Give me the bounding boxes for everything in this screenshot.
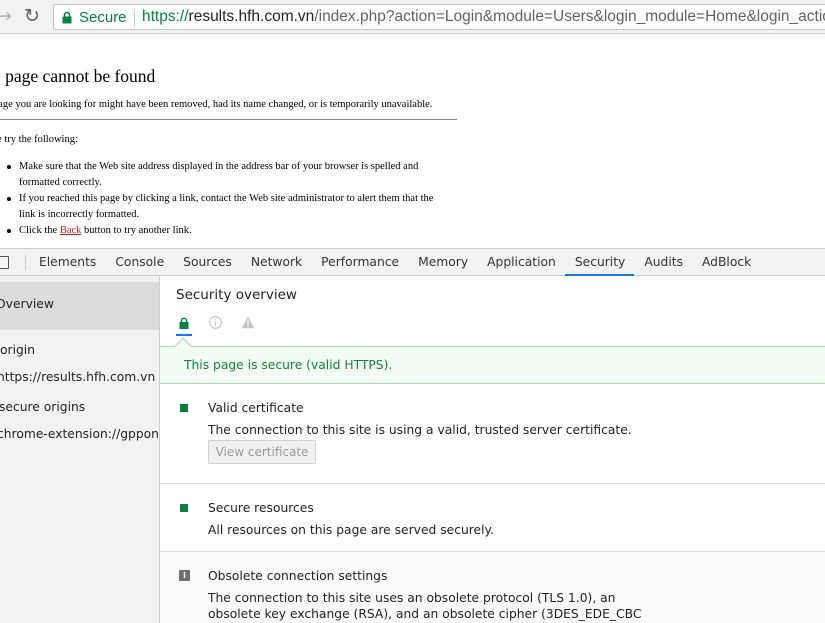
tab-audits[interactable]: Audits — [634, 249, 692, 276]
url-scheme: https:// — [142, 8, 189, 25]
obsolete-heading: Obsolete connection settings — [208, 569, 388, 583]
secure-summary-banner: This page is secure (valid HTTPS). — [160, 337, 825, 384]
tab-performance[interactable]: Performance — [311, 249, 408, 276]
address-bar[interactable]: Secure https://results.hfh.com.vn/index.… — [53, 4, 825, 30]
secure-summary-text: This page is secure (valid HTTPS). — [184, 358, 393, 372]
error-divider — [0, 119, 457, 120]
obsolete-connection-section: Obsolete connection settings The connect… — [160, 552, 825, 623]
url-text[interactable]: https://results.hfh.com.vn/index.php?act… — [142, 8, 825, 26]
tab-security[interactable]: Security — [564, 249, 635, 276]
resources-section: Secure resources All resources on this p… — [160, 484, 825, 552]
error-title: e page cannot be found — [0, 66, 156, 86]
sidebar-item-label: Overview — [0, 297, 54, 311]
error-try-label: se try the following: — [0, 134, 78, 145]
tab-memory[interactable]: Memory — [408, 249, 477, 276]
warning-icon — [241, 316, 255, 329]
sidebar-main-origin-header: origin — [0, 343, 36, 357]
tab-sources[interactable]: Sources — [173, 249, 241, 276]
banner-pointer — [174, 337, 192, 355]
tab-elements[interactable]: Elements — [29, 249, 105, 276]
tab-adblock[interactable]: AdBlock — [692, 249, 760, 276]
devtools-panel: Elements Console Sources Network Perform… — [0, 248, 825, 623]
sidebar-item-secure-origin[interactable]: chrome-extension://gppongm — [0, 427, 159, 441]
panel-title: Security overview — [176, 287, 297, 303]
security-sidebar: Overview origin https://results.hfh.com.… — [0, 276, 160, 623]
back-link[interactable]: Back — [60, 225, 82, 236]
browser-toolbar: → ↻ Secure https://results.hfh.com.vn/in… — [0, 0, 825, 34]
view-certificate-button[interactable]: View certificate — [208, 440, 316, 464]
reload-icon[interactable]: ↻ — [24, 4, 40, 28]
devtools-tabbar: Elements Console Sources Network Perform… — [0, 248, 825, 276]
url-host: results.hfh.com.vn — [188, 8, 315, 25]
resources-heading: Secure resources — [208, 501, 314, 515]
tabbar-divider — [25, 255, 26, 270]
secure-status-icon — [180, 504, 188, 512]
sidebar-item-main-origin[interactable]: https://results.hfh.com.vn — [0, 370, 155, 384]
security-overview-panel: Security overview This page is secure (v… — [160, 276, 825, 623]
sidebar-item-overview[interactable]: Overview — [0, 282, 159, 330]
error-suggestion-item: Make sure that the Web site address disp… — [7, 159, 449, 191]
error-subtitle: page you are looking for might have been… — [0, 99, 433, 110]
obsolete-description-line2: obsolete key exchange (RSA), and an obso… — [208, 607, 642, 621]
suggestion-suffix: button to try another link. — [81, 225, 192, 236]
device-toolbar-icon[interactable] — [0, 256, 9, 269]
certificate-heading: Valid certificate — [208, 401, 304, 415]
address-bar-divider — [134, 10, 135, 26]
error-page: e page cannot be found page you are look… — [0, 35, 825, 248]
secure-lock-icon — [179, 317, 189, 329]
resources-description: All resources on this page are served se… — [208, 523, 494, 537]
secure-lock-icon[interactable] — [62, 11, 72, 24]
devtools-tabs: Elements Console Sources Network Perform… — [29, 249, 760, 276]
secure-status-icon — [180, 404, 188, 412]
tab-console[interactable]: Console — [105, 249, 173, 276]
obsolete-description-line1: The connection to this site uses an obso… — [208, 591, 616, 605]
info-icon — [209, 316, 222, 329]
info-icon: i — [179, 570, 190, 581]
tab-network[interactable]: Network — [241, 249, 311, 276]
suggestion-prefix: Click the — [19, 225, 60, 236]
url-path: /index.php?action=Login&module=Users&log… — [314, 8, 825, 25]
certificate-description: The connection to this site is using a v… — [208, 423, 632, 437]
error-suggestion-item: Click the Back button to try another lin… — [7, 223, 449, 239]
error-suggestion-item: If you reached this page by clicking a l… — [7, 191, 449, 223]
sidebar-secure-origins-header: secure origins — [0, 400, 86, 414]
certificate-section: Valid certificate The connection to this… — [160, 384, 825, 484]
forward-arrow-icon[interactable]: → — [0, 4, 12, 28]
secure-label[interactable]: Secure — [79, 9, 127, 26]
active-indicator — [176, 334, 192, 336]
tab-application[interactable]: Application — [477, 249, 565, 276]
error-suggestion-list: Make sure that the Web site address disp… — [7, 159, 449, 239]
